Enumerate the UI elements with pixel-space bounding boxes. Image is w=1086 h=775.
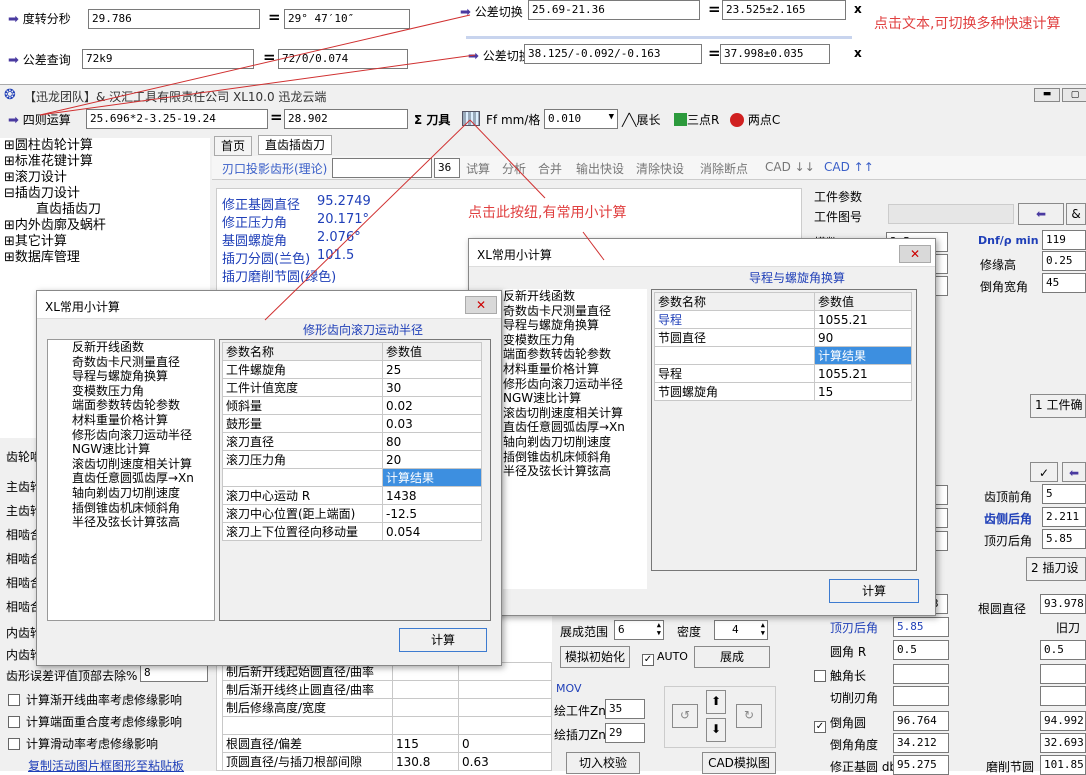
annotation-line	[469, 119, 546, 199]
annotation-lines	[39, 14, 605, 321]
annotation-line	[582, 231, 605, 261]
annotation-line	[264, 119, 471, 321]
